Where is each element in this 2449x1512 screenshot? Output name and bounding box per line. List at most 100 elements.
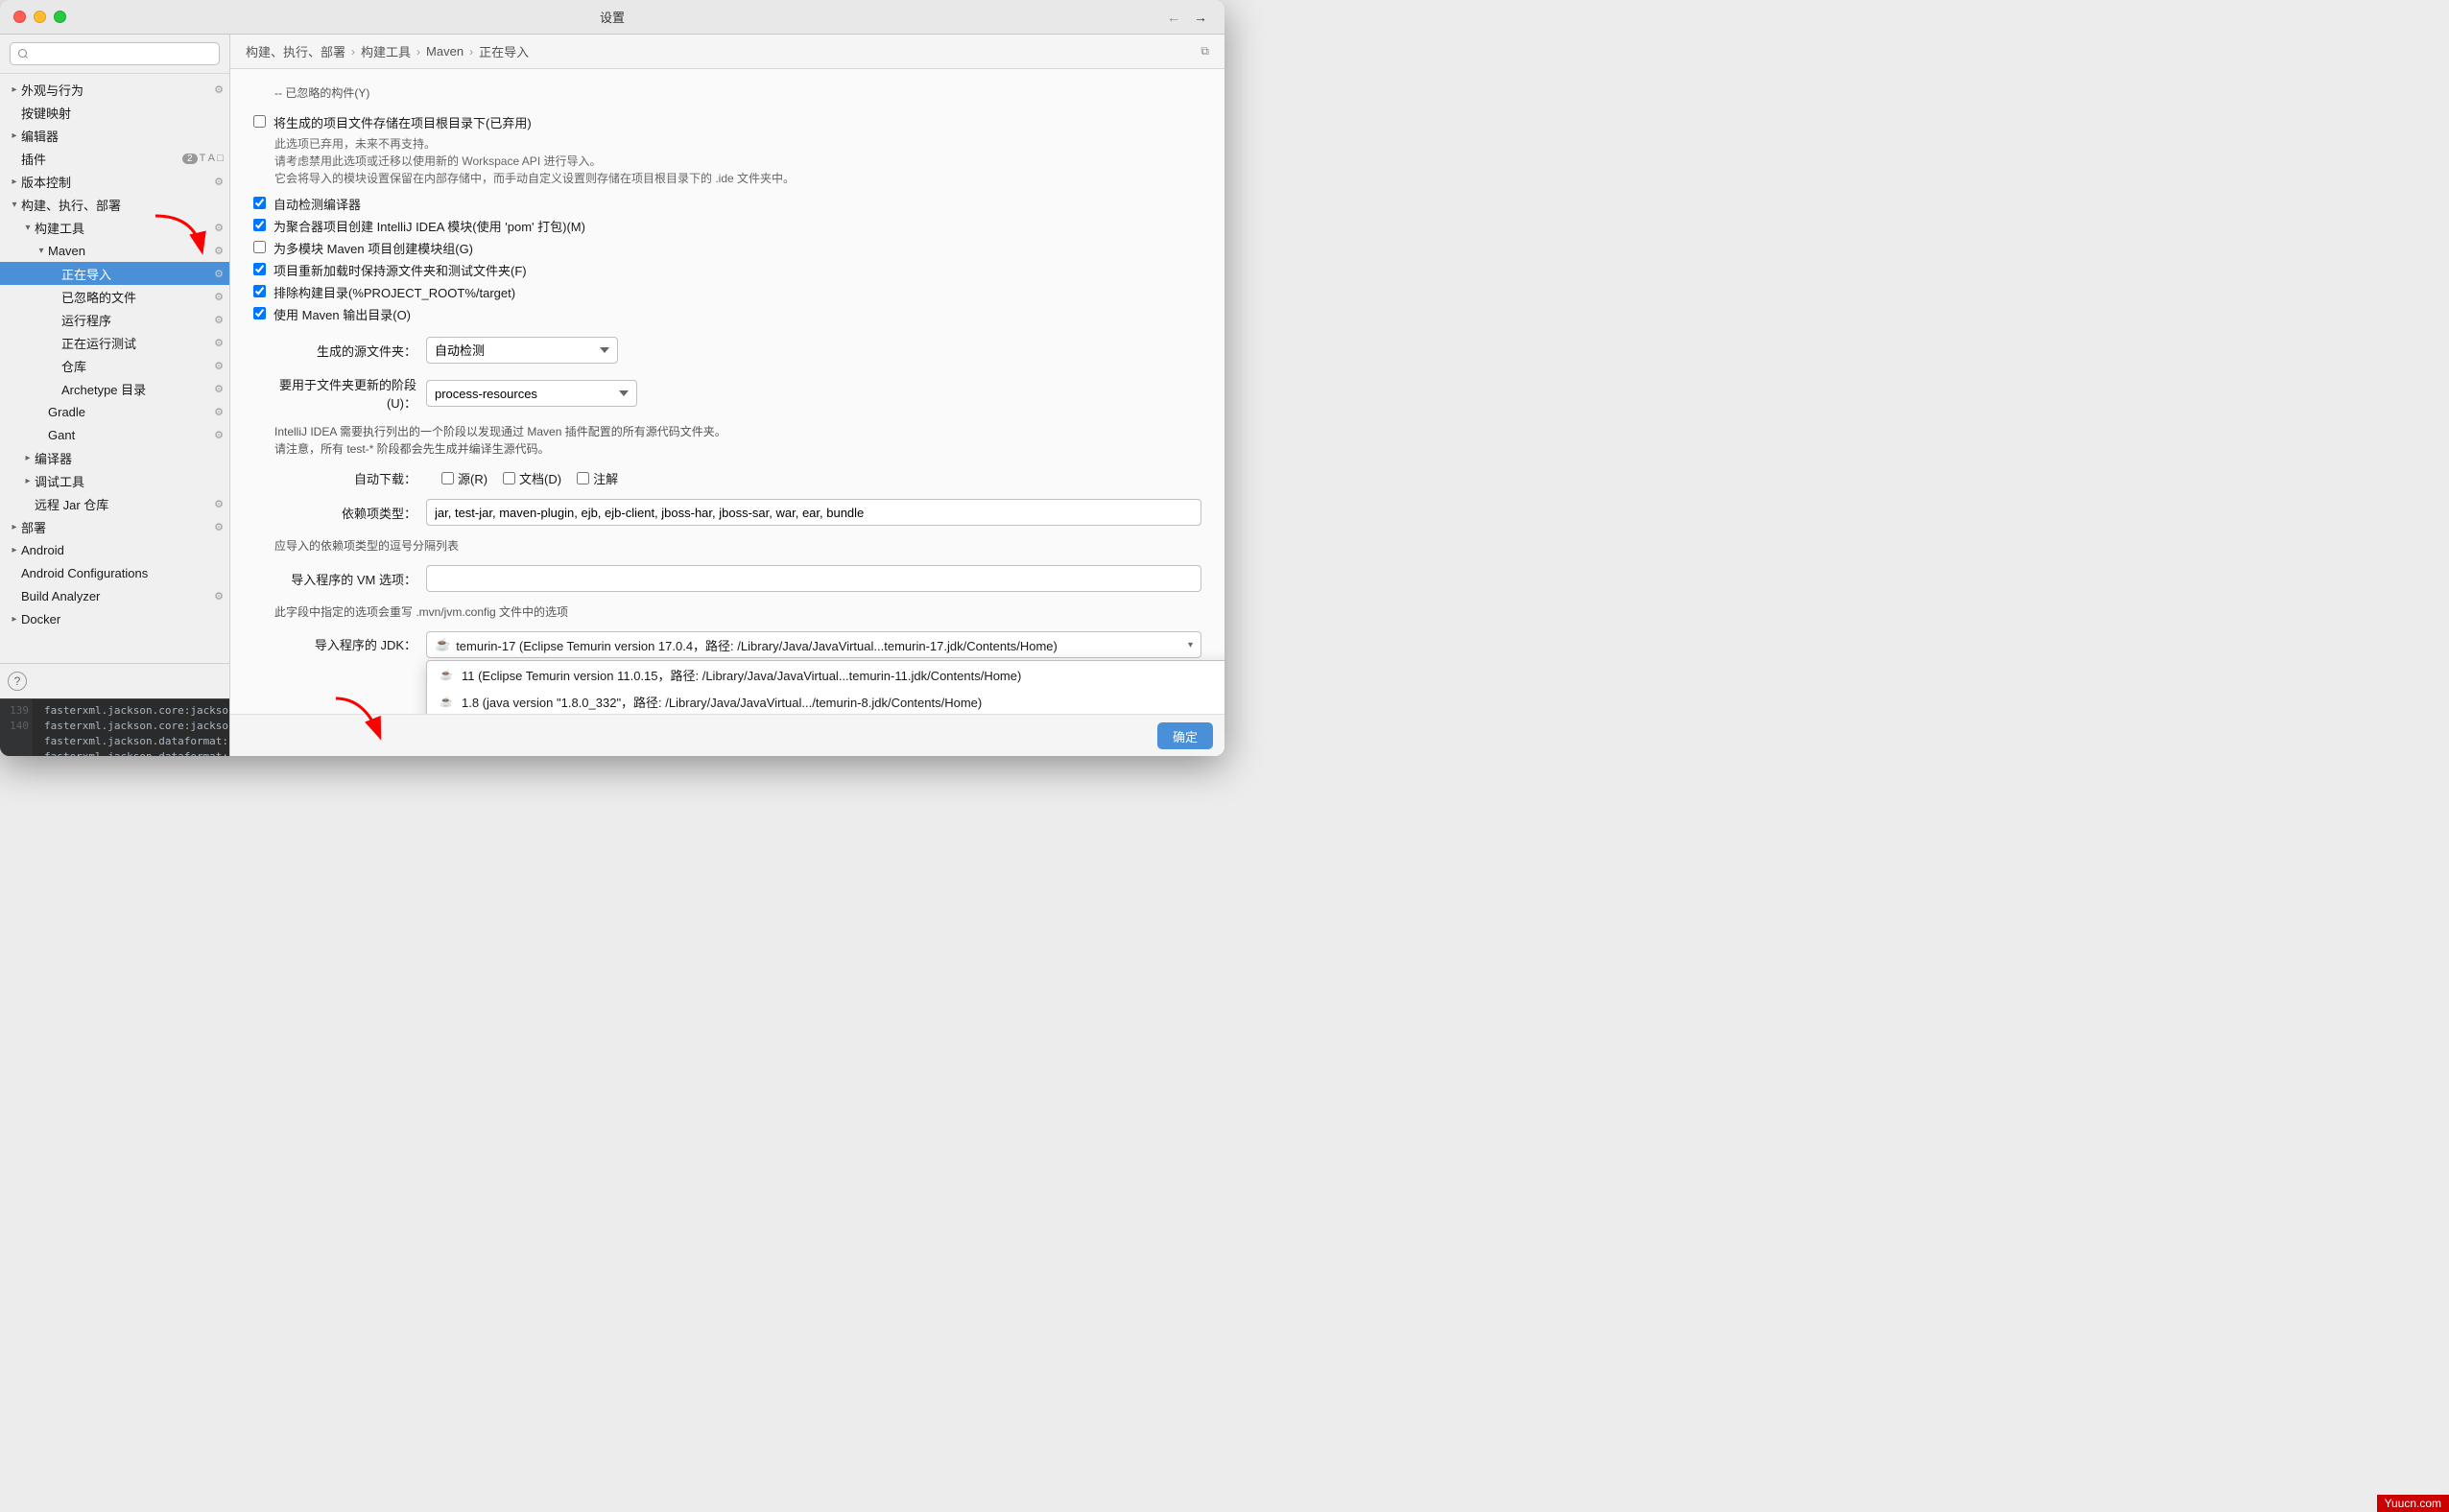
checkbox-intellij-module[interactable] — [253, 219, 266, 231]
chevron-icon — [8, 543, 21, 556]
stage-note: IntelliJ IDEA 需要执行列出的一个阶段以发现通过 Maven 插件配… — [274, 423, 1201, 458]
annotations-download-label[interactable]: 注解 — [577, 469, 618, 487]
chevron-icon — [8, 520, 21, 533]
docs-checkbox[interactable] — [503, 472, 515, 484]
checkbox-keep-folders[interactable] — [253, 263, 266, 275]
stage-label: 要用于文件夹更新的阶段(U)： — [253, 375, 426, 412]
checkbox-row-intellij-module: 为聚合器项目创建 IntelliJ IDEA 模块(使用 'pom' 打包)(M… — [253, 217, 1201, 235]
annotations-checkbox[interactable] — [577, 472, 589, 484]
checkbox-maven-output-label: 使用 Maven 输出目录(O) — [273, 305, 411, 323]
dependency-row: 依赖项类型： — [253, 499, 1201, 526]
gear-icon: ⚙ — [214, 222, 224, 234]
source-dir-select[interactable]: 自动检测 target/generated-sources 禁用 — [426, 337, 618, 364]
sidebar-item-keymap[interactable]: 按键映射 — [0, 101, 229, 124]
sidebar-item-deploy[interactable]: 部署 ⚙ — [0, 515, 229, 538]
copy-path-button[interactable]: ⧉ — [1201, 44, 1209, 59]
line-numbers: 139 140 — [0, 699, 33, 756]
top-note: -- 已忽略的构件(Y) — [274, 84, 1201, 102]
jdk-selected-text: temurin-17 (Eclipse Temurin version 17.0… — [456, 636, 1058, 654]
sidebar-item-editor[interactable]: 编辑器 — [0, 124, 229, 147]
jdk-select-button[interactable]: ☕ temurin-17 (Eclipse Temurin version 17… — [426, 631, 1201, 658]
auto-download-row: 自动下载： 源(R) 文档(D) 注解 — [253, 469, 1201, 487]
sidebar-item-maven[interactable]: Maven ⚙ — [0, 239, 229, 262]
minimize-button[interactable] — [34, 11, 46, 23]
sidebar-item-archetype[interactable]: Archetype 目录 ⚙ — [0, 377, 229, 400]
sidebar-item-build-analyzer[interactable]: Build Analyzer ⚙ — [0, 584, 229, 607]
sidebar-item-remote-jar[interactable]: 远程 Jar 仓库 ⚙ — [0, 492, 229, 515]
dependency-control — [426, 499, 1201, 526]
traffic-lights — [13, 11, 66, 23]
dependency-input[interactable] — [426, 499, 1201, 526]
sidebar-item-repositories[interactable]: 仓库 ⚙ — [0, 354, 229, 377]
jdk-row: 导入程序的 JDK： ☕ temurin-17 (Eclipse Temurin… — [253, 631, 1201, 658]
checkbox-module-group[interactable] — [253, 241, 266, 253]
gear-icon: ⚙ — [214, 406, 224, 418]
jdk-label: 导入程序的 JDK： — [253, 635, 426, 653]
nav-back-button[interactable]: ← — [1163, 8, 1184, 27]
close-button[interactable] — [13, 11, 26, 23]
docs-download-label[interactable]: 文档(D) — [503, 469, 561, 487]
stage-row: 要用于文件夹更新的阶段(U)： process-resources genera… — [253, 375, 1201, 412]
sidebar-item-appearance[interactable]: 外观与行为 ⚙ — [0, 78, 229, 101]
stage-select[interactable]: process-resources generate-sources compi… — [426, 380, 637, 407]
checkbox-row-deprecated: 将生成的项目文件存储在项目根目录下(已弃用) — [253, 113, 1201, 131]
gear-icon: ⚙ — [214, 521, 224, 533]
code-lines: fasterxml.jackson.core:jackson-core-2.13… — [44, 703, 222, 756]
chevron-icon — [8, 198, 21, 211]
chevron-icon — [8, 129, 21, 142]
nav-arrows: ← → — [1163, 8, 1211, 27]
vm-label: 导入程序的 VM 选项： — [253, 570, 426, 588]
breadcrumb: 构建、执行、部署 › 构建工具 › Maven › 正在导入 ⧉ — [230, 35, 1224, 69]
checkbox-row-exclude-build: 排除构建目录(%PROJECT_ROOT%/target) — [253, 283, 1201, 301]
sidebar-item-android-configs[interactable]: Android Configurations — [0, 561, 229, 584]
gear-icon: ⚙ — [214, 429, 224, 441]
vm-input[interactable] — [426, 565, 1201, 592]
confirm-button[interactable]: 确定 — [1157, 722, 1213, 749]
sidebar-item-gant[interactable]: Gant ⚙ — [0, 423, 229, 446]
gear-icon: ⚙ — [214, 337, 224, 349]
sidebar-tree: 外观与行为 ⚙ 按键映射 编辑器 插件 2 T A — [0, 74, 229, 663]
source-checkbox[interactable] — [441, 472, 454, 484]
sidebar-item-build-tools[interactable]: 构建工具 ⚙ — [0, 216, 229, 239]
sidebar-item-debugger[interactable]: 调试工具 — [0, 469, 229, 492]
gear-icon: ⚙ — [214, 360, 224, 372]
checkbox-keep-folders-label: 项目重新加载时保持源文件夹和测试文件夹(F) — [273, 261, 527, 279]
sidebar-item-running-tests[interactable]: 正在运行测试 ⚙ — [0, 331, 229, 354]
gear-icon: ⚙ — [214, 498, 224, 510]
checkbox-maven-output[interactable] — [253, 307, 266, 319]
gear-icon: ⚙ — [214, 314, 224, 326]
sidebar-item-runner[interactable]: 运行程序 ⚙ — [0, 308, 229, 331]
sidebar-item-docker[interactable]: Docker — [0, 607, 229, 630]
sidebar-item-compiler[interactable]: 编译器 — [0, 446, 229, 469]
jdk-option-18[interactable]: ☕ 1.8 (java version "1.8.0_332"，路径: /Lib… — [427, 688, 1224, 714]
jdk-option-18-text: 1.8 (java version "1.8.0_332"，路径: /Libra… — [462, 693, 1224, 711]
checkbox-row-keep-folders: 项目重新加载时保持源文件夹和测试文件夹(F) — [253, 261, 1201, 279]
nav-forward-button[interactable]: → — [1190, 8, 1211, 27]
yuucn-badge: Yuucn.com — [2377, 1495, 2449, 1512]
settings-content: -- 已忽略的构件(Y) 将生成的项目文件存储在项目根目录下(已弃用) 此选项已… — [230, 69, 1224, 714]
chevron-icon — [8, 83, 21, 96]
maximize-button[interactable] — [54, 11, 66, 23]
breadcrumb-maven: Maven — [426, 44, 464, 59]
source-download-label[interactable]: 源(R) — [441, 469, 487, 487]
checkbox-auto-detect[interactable] — [253, 197, 266, 209]
breadcrumb-build: 构建、执行、部署 — [246, 42, 345, 60]
sidebar-item-plugins[interactable]: 插件 2 T A □ — [0, 147, 229, 170]
checkbox-exclude-build[interactable] — [253, 285, 266, 297]
sidebar-item-build[interactable]: 构建、执行、部署 — [0, 193, 229, 216]
sidebar-item-android[interactable]: Android — [0, 538, 229, 561]
sidebar-item-ignored-files[interactable]: 已忽略的文件 ⚙ — [0, 285, 229, 308]
sidebar-item-vcs[interactable]: 版本控制 ⚙ — [0, 170, 229, 193]
checkbox-deprecated[interactable] — [253, 115, 266, 128]
jdk-option-11-text: 11 (Eclipse Temurin version 11.0.15，路径: … — [462, 666, 1224, 684]
help-button[interactable]: ? — [8, 672, 27, 691]
sidebar-item-gradle[interactable]: Gradle ⚙ — [0, 400, 229, 423]
jdk-icon: ☕ — [435, 637, 450, 652]
jdk-dropdown-arrow: ▾ — [1188, 640, 1193, 650]
source-dir-label: 生成的源文件夹： — [253, 342, 426, 360]
search-bar — [0, 35, 229, 74]
jdk-option-11[interactable]: ☕ 11 (Eclipse Temurin version 11.0.15，路径… — [427, 661, 1224, 688]
search-input[interactable] — [10, 42, 220, 65]
sidebar-item-importing[interactable]: 正在导入 ⚙ — [0, 262, 229, 285]
jdk-dropdown: ☕ 11 (Eclipse Temurin version 11.0.15，路径… — [426, 660, 1224, 714]
